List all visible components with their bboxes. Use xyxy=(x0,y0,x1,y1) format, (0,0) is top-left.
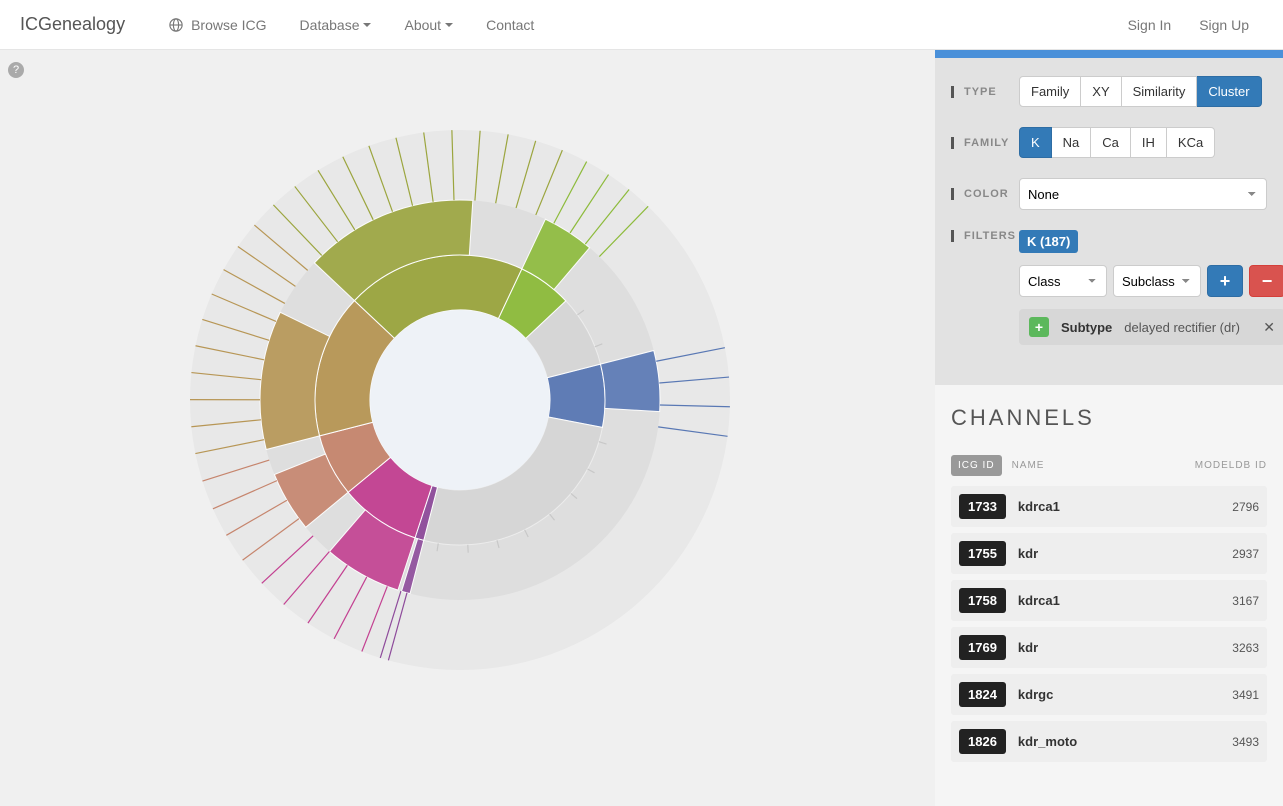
filters-label: FILTERS xyxy=(951,230,1009,242)
applied-filter-value: delayed rectifier (dr) xyxy=(1124,320,1251,335)
sidebar-topbar xyxy=(935,50,1283,58)
family-btn-k[interactable]: K xyxy=(1019,127,1052,158)
applied-filter-label: Subtype xyxy=(1061,320,1112,335)
icg-id-header[interactable]: ICG ID xyxy=(951,455,1002,476)
channel-modeldb-id: 3263 xyxy=(1232,641,1259,655)
type-btn-similarity[interactable]: Similarity xyxy=(1122,76,1198,107)
channel-icg-id: 1826 xyxy=(959,729,1006,754)
name-header: NAME xyxy=(1012,460,1045,471)
class-select[interactable]: Class xyxy=(1019,265,1107,297)
family-btn-na[interactable]: Na xyxy=(1052,127,1092,158)
remove-filter-button[interactable]: − xyxy=(1249,265,1283,297)
family-buttons: KNaCaIHKCa xyxy=(1019,127,1215,158)
channel-icg-id: 1758 xyxy=(959,588,1006,613)
color-label: COLOR xyxy=(951,188,1009,200)
filters-block: K (187) Class Subclass + − + Subtype del… xyxy=(1019,230,1283,345)
channel-rows: 1733kdrca127961755kdr29371758kdrca131671… xyxy=(951,486,1267,762)
controls-panel: TYPE FamilyXYSimilarityCluster FAMILY KN… xyxy=(935,58,1283,365)
channel-name: kdr xyxy=(1018,546,1232,561)
brand[interactable]: ICGenealogy xyxy=(20,14,125,35)
caret-icon xyxy=(445,23,453,27)
channel-icg-id: 1769 xyxy=(959,635,1006,660)
type-btn-cluster[interactable]: Cluster xyxy=(1197,76,1261,107)
family-row: FAMILY KNaCaIHKCa xyxy=(951,127,1267,158)
color-select[interactable]: None xyxy=(1019,178,1267,210)
plus-icon: + xyxy=(1029,317,1049,337)
sunburst-chart[interactable] xyxy=(180,120,740,680)
channel-name: kdrca1 xyxy=(1018,593,1232,608)
family-btn-ih[interactable]: IH xyxy=(1131,127,1167,158)
channels-header: ICG ID NAME MODELDB ID xyxy=(951,455,1267,476)
subclass-select[interactable]: Subclass xyxy=(1113,265,1201,297)
modeldb-header: MODELDB ID xyxy=(1195,460,1267,471)
channel-icg-id: 1755 xyxy=(959,541,1006,566)
channel-modeldb-id: 2796 xyxy=(1232,500,1259,514)
family-btn-kca[interactable]: KCa xyxy=(1167,127,1215,158)
filter-selects: Class Subclass + − xyxy=(1019,265,1283,297)
nav-contact[interactable]: Contact xyxy=(472,2,548,48)
globe-icon xyxy=(169,18,183,32)
channel-row[interactable]: 1733 kdrca12796 xyxy=(951,486,1267,527)
main: ? TYPE FamilyXYSimilarityCluster FAMILY … xyxy=(0,50,1283,806)
filters-row: FILTERS K (187) Class Subclass + − + Sub… xyxy=(951,230,1267,345)
type-row: TYPE FamilyXYSimilarityCluster xyxy=(951,76,1267,107)
navbar: ICGenealogy Browse ICG Database About Co… xyxy=(0,0,1283,50)
viz-area: ? xyxy=(0,50,935,806)
type-btn-xy[interactable]: XY xyxy=(1081,76,1121,107)
channel-row[interactable]: 1824 kdrgc3491 xyxy=(951,674,1267,715)
nav-database[interactable]: Database xyxy=(286,2,386,48)
channel-name: kdr xyxy=(1018,640,1232,655)
channel-row[interactable]: 1758 kdrca13167 xyxy=(951,580,1267,621)
family-btn-ca[interactable]: Ca xyxy=(1091,127,1131,158)
nav-about[interactable]: About xyxy=(390,2,467,48)
type-btn-family[interactable]: Family xyxy=(1019,76,1081,107)
signin-link[interactable]: Sign In xyxy=(1114,2,1186,48)
channel-modeldb-id: 2937 xyxy=(1232,547,1259,561)
close-icon[interactable]: ✕ xyxy=(1263,319,1275,336)
sidebar: TYPE FamilyXYSimilarityCluster FAMILY KN… xyxy=(935,50,1283,806)
help-icon[interactable]: ? xyxy=(8,62,24,78)
color-row: COLOR None xyxy=(951,178,1267,210)
applied-filter: + Subtype delayed rectifier (dr) ✕ xyxy=(1019,309,1283,345)
channel-row[interactable]: 1769 kdr3263 xyxy=(951,627,1267,668)
channel-name: kdrca1 xyxy=(1018,499,1232,514)
channel-name: kdr_moto xyxy=(1018,734,1232,749)
channel-row[interactable]: 1755 kdr2937 xyxy=(951,533,1267,574)
channel-icg-id: 1824 xyxy=(959,682,1006,707)
channel-modeldb-id: 3493 xyxy=(1232,735,1259,749)
nav-browse[interactable]: Browse ICG xyxy=(155,2,280,48)
channel-row[interactable]: 1826 kdr_moto3493 xyxy=(951,721,1267,762)
channel-name: kdrgc xyxy=(1018,687,1232,702)
filter-chip[interactable]: K (187) xyxy=(1019,230,1078,253)
type-buttons: FamilyXYSimilarityCluster xyxy=(1019,76,1262,107)
channels-title: CHANNELS xyxy=(951,405,1267,431)
add-filter-button[interactable]: + xyxy=(1207,265,1243,297)
type-label: TYPE xyxy=(951,86,1009,98)
signup-link[interactable]: Sign Up xyxy=(1185,2,1263,48)
channel-modeldb-id: 3167 xyxy=(1232,594,1259,608)
channel-modeldb-id: 3491 xyxy=(1232,688,1259,702)
caret-icon xyxy=(363,23,371,27)
channel-icg-id: 1733 xyxy=(959,494,1006,519)
family-label: FAMILY xyxy=(951,137,1009,149)
navbar-right: Sign In Sign Up xyxy=(1114,2,1263,48)
navbar-left: ICGenealogy Browse ICG Database About Co… xyxy=(20,2,548,48)
channels-section: CHANNELS ICG ID NAME MODELDB ID 1733 kdrc… xyxy=(935,385,1283,806)
